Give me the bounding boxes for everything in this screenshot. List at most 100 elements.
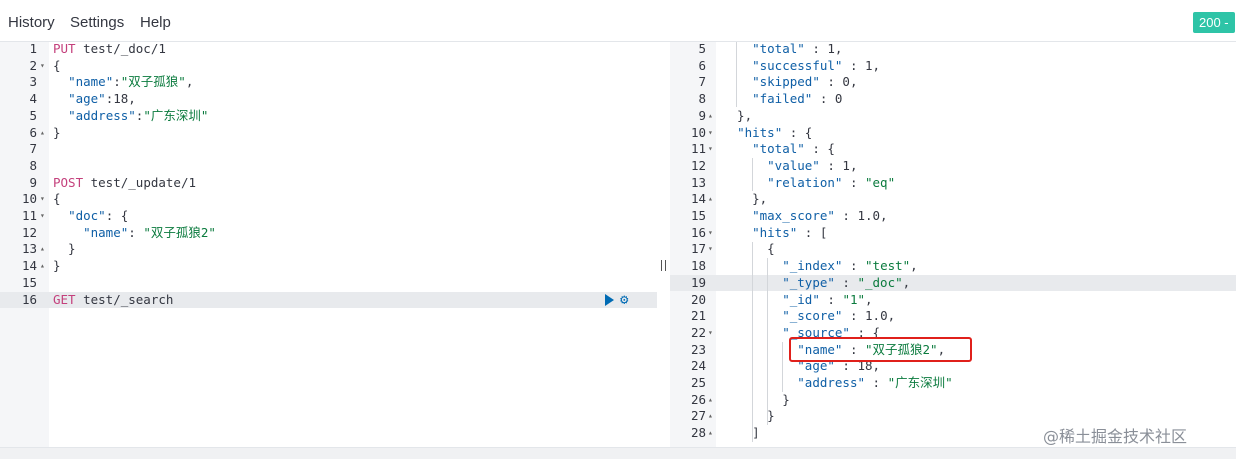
- code-line[interactable]: 6 "successful" : 1,: [670, 58, 1236, 75]
- code-line[interactable]: 13 "relation" : "eq": [670, 175, 1236, 192]
- code-line[interactable]: 20 "_id" : "1",: [670, 292, 1236, 309]
- pane-splitter[interactable]: [657, 42, 670, 447]
- code-line[interactable]: 19 "_type" : "_doc",: [670, 274, 1236, 292]
- menu-history[interactable]: History: [8, 14, 55, 31]
- token-key: "value": [767, 157, 820, 173]
- code-line[interactable]: 25 "address" : "广东深圳": [670, 375, 1236, 392]
- menu-help[interactable]: Help: [140, 14, 171, 31]
- line-number: 14: [690, 191, 706, 207]
- code-line[interactable]: 7 "skipped" : 0,: [670, 74, 1236, 91]
- menu-settings[interactable]: Settings: [70, 14, 124, 31]
- code-line[interactable]: 8 "failed" : 0: [670, 91, 1236, 108]
- fold-expand-icon[interactable]: ▴: [40, 258, 45, 275]
- token-punc: : 1,: [819, 157, 858, 173]
- code-line[interactable]: 12 "name": "双子孤狼2": [0, 225, 657, 242]
- code-text: {: [722, 241, 775, 258]
- fold-collapse-icon[interactable]: ▾: [708, 325, 713, 342]
- code-text: "total" : {: [722, 141, 835, 158]
- code-text: "max_score" : 1.0,: [722, 208, 887, 225]
- token-punc: :18,: [105, 91, 136, 107]
- fold-collapse-icon[interactable]: ▾: [40, 191, 45, 208]
- token-str: "双子孤狼": [120, 74, 186, 90]
- token-punc: {: [53, 57, 61, 73]
- code-text: }: [53, 125, 61, 142]
- token-punc: [722, 175, 767, 190]
- code-line[interactable]: 16 GET test/_search ⚙: [0, 291, 657, 309]
- code-line[interactable]: 5 "address":"广东深圳": [0, 108, 657, 125]
- token-punc: {: [53, 191, 61, 207]
- token-key: "age": [68, 91, 106, 107]
- token-punc: }: [722, 391, 790, 407]
- fold-collapse-icon[interactable]: ▾: [40, 208, 45, 225]
- fold-collapse-icon[interactable]: ▾: [708, 225, 713, 242]
- token-key: "name": [83, 224, 129, 240]
- token-punc: ,: [902, 274, 911, 290]
- code-text: "doc": {: [53, 208, 128, 225]
- token-key: "address": [797, 375, 865, 390]
- response-viewer[interactable]: 5 "total" : 1, 6 "successful" : 1, 7 "skip…: [670, 42, 1236, 447]
- indent-guide: [767, 258, 768, 425]
- code-line[interactable]: 26 ▴ }: [670, 392, 1236, 409]
- code-line[interactable]: 18 "_index" : "test",: [670, 258, 1236, 275]
- code-line[interactable]: 11 ▾ "total" : {: [670, 141, 1236, 158]
- token-str: "eq": [865, 174, 896, 190]
- code-line[interactable]: 3 "name":"双子孤狼",: [0, 74, 657, 91]
- token-punc: :: [819, 291, 843, 307]
- line-number: 15: [21, 274, 37, 290]
- code-line[interactable]: 7: [0, 141, 657, 158]
- fold-expand-icon[interactable]: ▴: [708, 392, 713, 409]
- fold-collapse-icon[interactable]: ▾: [708, 141, 713, 158]
- code-line[interactable]: 11 ▾ "doc": {: [0, 208, 657, 225]
- code-line[interactable]: 9 ▴ },: [670, 108, 1236, 125]
- token-key: "_index": [782, 258, 843, 274]
- fold-expand-icon[interactable]: ▴: [708, 191, 713, 208]
- code-text: "successful" : 1,: [722, 58, 880, 75]
- token-url: test/_search: [75, 291, 174, 307]
- fold-expand-icon[interactable]: ▴: [40, 241, 45, 258]
- fold-expand-icon[interactable]: ▴: [708, 425, 713, 442]
- fold-collapse-icon[interactable]: ▾: [708, 125, 713, 142]
- fold-collapse-icon[interactable]: ▾: [708, 241, 713, 258]
- resize-handle-icon[interactable]: [661, 260, 666, 271]
- fold-expand-icon[interactable]: ▴: [708, 408, 713, 425]
- code-line[interactable]: 8: [0, 158, 657, 175]
- code-line[interactable]: 17 ▾ {: [670, 241, 1236, 258]
- code-line[interactable]: 15 "max_score" : 1.0,: [670, 208, 1236, 225]
- code-text: {: [53, 191, 61, 208]
- code-line[interactable]: 14 ▴}: [0, 258, 657, 275]
- wrench-icon[interactable]: ⚙: [620, 292, 636, 308]
- code-line[interactable]: 4 "age":18,: [0, 91, 657, 108]
- code-line[interactable]: 15: [0, 275, 657, 292]
- code-line[interactable]: 21 "_score" : 1.0,: [670, 308, 1236, 325]
- play-icon[interactable]: [605, 293, 614, 306]
- fold-collapse-icon[interactable]: ▾: [40, 58, 45, 75]
- token-punc: ]: [722, 425, 760, 441]
- token-punc: }: [53, 241, 76, 257]
- code-line[interactable]: 10 ▾ {: [0, 191, 657, 208]
- code-line[interactable]: 10 ▾ "hits" : {: [670, 125, 1236, 142]
- line-number: 3: [29, 74, 37, 90]
- code-line[interactable]: 9 POST test/_update/1: [0, 175, 657, 192]
- token-punc: }: [53, 124, 61, 140]
- code-line[interactable]: 2 ▾ {: [0, 58, 657, 75]
- code-line[interactable]: 12 "value" : 1,: [670, 158, 1236, 175]
- token-method: POST: [53, 174, 84, 190]
- token-punc: :: [842, 258, 866, 274]
- code-line[interactable]: 14 ▴ },: [670, 191, 1236, 208]
- code-line[interactable]: 13 ▴ }: [0, 241, 657, 258]
- code-line[interactable]: 6 ▴}: [0, 125, 657, 142]
- line-number: 16: [690, 224, 706, 240]
- code-line[interactable]: 5 "total" : 1,: [670, 42, 1236, 58]
- fold-expand-icon[interactable]: ▴: [40, 125, 45, 142]
- code-line[interactable]: 16 ▾ "hits" : [: [670, 225, 1236, 242]
- code-text: "_id" : "1",: [722, 291, 872, 309]
- request-editor[interactable]: 1 PUT test/_doc/1 2 ▾{3 "name":"双子孤狼", 4 "ag…: [0, 42, 657, 447]
- fold-expand-icon[interactable]: ▴: [708, 108, 713, 125]
- code-line[interactable]: 1 PUT test/_doc/1: [0, 42, 657, 58]
- code-text: "failed" : 0: [722, 91, 842, 108]
- token-key: "hits": [737, 124, 783, 140]
- token-punc: : 0,: [819, 74, 858, 90]
- token-key: "_type": [782, 274, 835, 290]
- line-number: 2: [29, 57, 37, 73]
- token-punc: [722, 375, 797, 390]
